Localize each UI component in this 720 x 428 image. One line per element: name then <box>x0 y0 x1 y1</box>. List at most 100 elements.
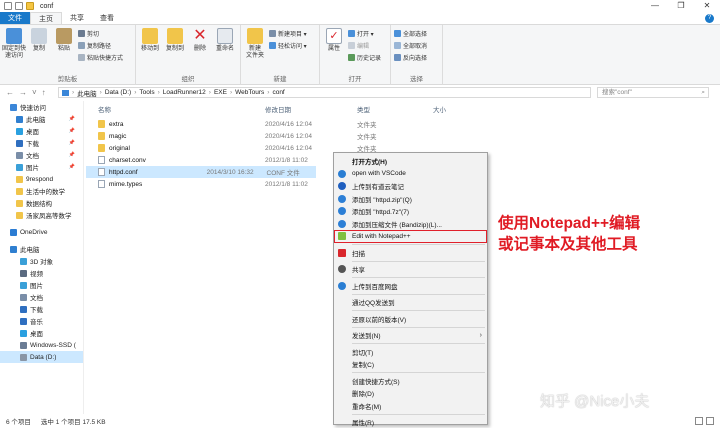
breadcrumb-conf[interactable]: conf <box>272 89 284 96</box>
menu-item[interactable]: 添加到 "httpd.zip"(Q) <box>334 193 487 206</box>
menu-item[interactable]: 发送到(N) › <box>334 329 487 342</box>
menu-item[interactable]: 上传到百度网盘 <box>334 280 487 293</box>
menu-item-label: 共享 <box>352 267 365 275</box>
menu-item[interactable]: 添加到压缩文件 (Bandizip)(L)... <box>334 218 487 231</box>
tab-share[interactable]: 共享 <box>62 12 92 24</box>
nav-item[interactable]: 音乐 <box>0 315 83 327</box>
breadcrumb-this-pc[interactable]: 此电脑 <box>77 88 97 98</box>
easy-access-button[interactable]: 轻松访问 ▾ <box>269 41 307 50</box>
nav-item[interactable]: 此电脑 <box>0 243 83 255</box>
forward-arrow-icon[interactable]: → <box>19 88 27 97</box>
breadcrumb-exe[interactable]: EXE <box>214 89 227 96</box>
file-row[interactable]: httpd.conf 2014/3/10 16:32 CONF 文件 <box>86 166 316 178</box>
nav-item[interactable]: 9respond <box>0 173 83 185</box>
cut-button[interactable]: 剪切 <box>78 29 123 38</box>
menu-item-label: 上传到有道云笔记 <box>352 184 404 192</box>
breadcrumb-data-d[interactable]: Data (D:) <box>105 89 131 96</box>
folder-icon <box>98 144 105 152</box>
menu-item-label: 复制(C) <box>352 362 375 370</box>
menu-item[interactable]: open with VSCode <box>334 168 487 181</box>
nav-item[interactable]: Data (D:) <box>0 351 83 363</box>
recent-chevron-icon[interactable]: ˅ <box>32 88 37 97</box>
menu-item[interactable]: 复制(C) <box>334 358 487 371</box>
menu-item[interactable]: 创建快捷方式(S) <box>334 375 487 388</box>
nav-item[interactable]: 文档 <box>0 291 83 303</box>
nav-item[interactable]: 此电脑 📌 <box>0 113 83 125</box>
open-button[interactable]: 打开 ▾ <box>348 29 381 38</box>
nav-item-label: 3D 对象 <box>30 259 54 266</box>
large-icons-view-icon[interactable] <box>706 417 714 425</box>
menu-item[interactable]: Edit with Notepad++ <box>334 230 487 243</box>
invert-selection-button[interactable]: 反向选择 <box>394 53 427 62</box>
maximize-button[interactable]: ❐ <box>668 0 694 12</box>
file-icon <box>98 180 105 188</box>
properties-quick-icon[interactable] <box>4 2 12 10</box>
nav-item[interactable]: 桌面 <box>0 327 83 339</box>
menu-item[interactable]: 重命名(M) <box>334 400 487 413</box>
column-type[interactable]: 类型 <box>357 104 433 114</box>
tab-file[interactable]: 文件 <box>0 12 30 24</box>
edit-button[interactable]: 编辑 <box>348 41 381 50</box>
file-name: mime.types <box>109 180 143 188</box>
nav-item-icon <box>10 228 17 236</box>
menu-item[interactable]: 删除(D) <box>334 387 487 400</box>
nav-item[interactable]: 快速访问 <box>0 101 83 113</box>
breadcrumb-tools[interactable]: Tools <box>139 89 154 96</box>
nav-item[interactable]: Windows-SSD ( <box>0 339 83 351</box>
column-name[interactable]: 名称 <box>86 104 265 114</box>
menu-item[interactable]: 共享 <box>334 263 487 276</box>
help-icon[interactable]: ? <box>705 14 714 23</box>
folder-quick-icon[interactable] <box>26 2 34 10</box>
menu-item[interactable]: 通过QQ发送到 <box>334 296 487 309</box>
tab-view[interactable]: 查看 <box>92 12 122 24</box>
back-arrow-icon[interactable]: ← <box>6 88 14 97</box>
nav-item[interactable]: 桌面 📌 <box>0 125 83 137</box>
select-none-button[interactable]: 全部取消 <box>394 41 427 50</box>
history-button[interactable]: 历史记录 <box>348 53 381 62</box>
checkbox-quick-icon[interactable] <box>15 2 23 10</box>
nav-item-label: 下载 <box>30 307 43 314</box>
file-row[interactable]: magic 2020/4/16 12:04 文件夹 <box>86 130 720 142</box>
search-input[interactable]: 搜索"conf" ⌕ <box>597 87 709 98</box>
context-menu: 打开方式(H) open with VSCode 上传到有道云笔记 添加到 "http… <box>333 152 488 428</box>
menu-item[interactable]: 添加到 "httpd.7z"(7) <box>334 205 487 218</box>
nav-item[interactable]: 数据结构 <box>0 197 83 209</box>
column-date[interactable]: 修改日期 <box>265 104 357 114</box>
menu-item[interactable]: 属性(R) <box>334 416 487 428</box>
nav-item[interactable]: 视频 <box>0 267 83 279</box>
organize-group-label: 组织 <box>181 76 195 83</box>
paste-shortcut-button[interactable]: 粘贴快捷方式 <box>78 53 123 62</box>
menu-item[interactable]: 上传到有道云笔记 <box>334 180 487 193</box>
open-group: ✓ 属性 打开 ▾ 编辑 历史记录 打开 <box>320 25 391 85</box>
menu-item[interactable]: 剪切(T) <box>334 346 487 359</box>
select-all-button[interactable]: 全部选择 <box>394 29 427 38</box>
copy-path-button[interactable]: 复制路径 <box>78 41 123 50</box>
nav-item[interactable]: 文档 📌 <box>0 149 83 161</box>
nav-item[interactable]: 图片 <box>0 279 83 291</box>
nav-item[interactable]: 汤家凤高等数学 <box>0 209 83 221</box>
close-button[interactable]: ✕ <box>694 0 720 12</box>
menu-item-label: 扫描 <box>352 250 365 258</box>
nav-item[interactable]: 3D 对象 <box>0 255 83 267</box>
nav-item-label: Windows-SSD ( <box>30 341 76 349</box>
file-row[interactable]: extra 2020/4/16 12:04 文件夹 <box>86 118 720 130</box>
nav-item[interactable]: 下载 📌 <box>0 137 83 149</box>
address-bar[interactable]: › 此电脑 › Data (D:) › Tools › LoadRunner12… <box>58 87 591 98</box>
nav-item[interactable]: OneDrive <box>0 226 83 238</box>
nav-item[interactable]: 下载 <box>0 303 83 315</box>
details-view-icon[interactable] <box>695 417 703 425</box>
nav-item[interactable]: 图片 📌 <box>0 161 83 173</box>
file-date: 2014/3/10 16:32 <box>206 168 254 176</box>
menu-item[interactable]: 还原以前的版本(V) <box>334 313 487 326</box>
breadcrumb-webtours[interactable]: WebTours <box>235 89 264 96</box>
minimize-button[interactable]: — <box>642 0 668 12</box>
menu-item[interactable]: 打开方式(H) <box>334 155 487 168</box>
watermark: 知乎 @Nice小夫 <box>540 393 650 410</box>
menu-item[interactable]: 扫描 <box>334 247 487 260</box>
new-item-button[interactable]: 新建项目 ▾ <box>269 29 307 38</box>
up-arrow-icon[interactable]: ↑ <box>42 88 46 97</box>
column-size[interactable]: 大小 <box>433 104 493 114</box>
nav-item[interactable]: 生活中的数学 <box>0 185 83 197</box>
tab-home[interactable]: 主页 <box>30 12 62 24</box>
breadcrumb-loadrunner12[interactable]: LoadRunner12 <box>163 89 206 96</box>
